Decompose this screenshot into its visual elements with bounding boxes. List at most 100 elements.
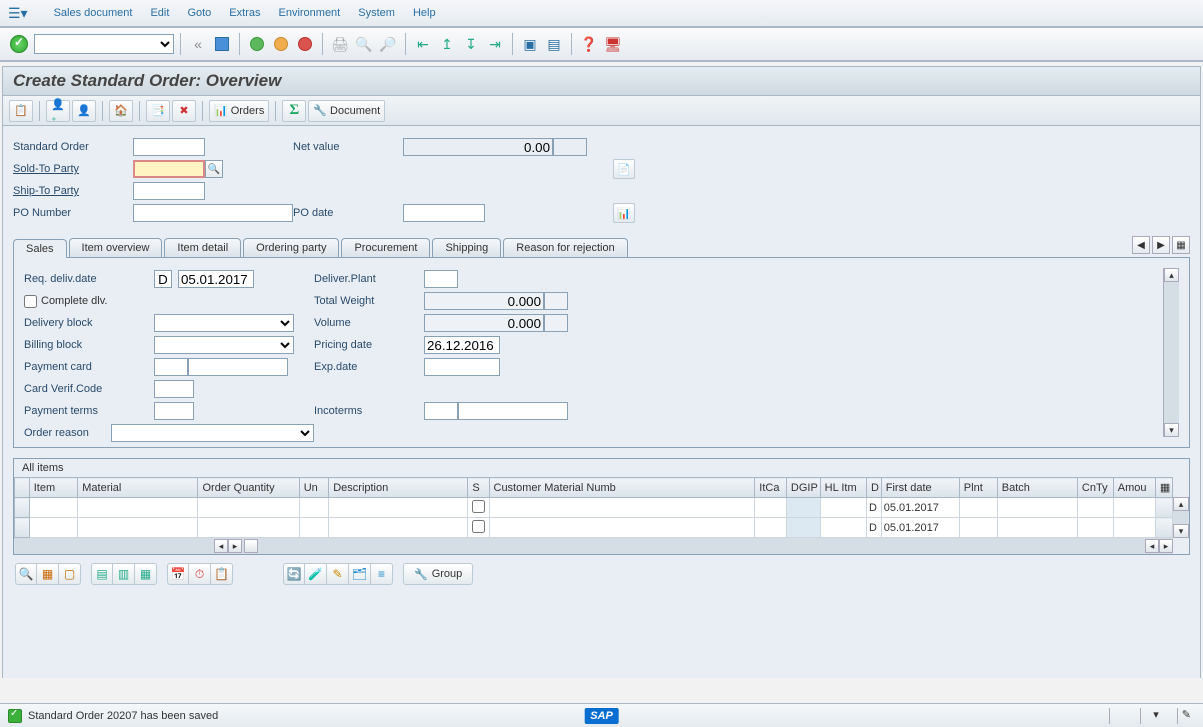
tabpanel-scroll-up[interactable]: ▴ [1164, 268, 1179, 282]
col-plnt[interactable]: Plnt [959, 478, 997, 498]
req-deliv-type-input[interactable] [154, 270, 172, 288]
col-dgip[interactable]: DGIP [786, 478, 820, 498]
tab-prev-button[interactable]: ◀ [1132, 236, 1150, 254]
item-button[interactable]: 👤 [72, 100, 96, 122]
help-icon[interactable]: ❓ [578, 33, 600, 55]
shortcut-icon[interactable]: ▤ [543, 33, 565, 55]
col-firstdate[interactable]: First date [881, 478, 959, 498]
tab-procurement[interactable]: Procurement [341, 238, 430, 257]
complete-dlv-checkbox[interactable] [24, 295, 37, 308]
col-hlitm[interactable]: HL Itm [820, 478, 866, 498]
col-amou[interactable]: Amou [1113, 478, 1155, 498]
payment-terms-input[interactable] [154, 402, 194, 420]
tab-next-button[interactable]: ▶ [1152, 236, 1170, 254]
document-button[interactable]: 🔧 Document [308, 100, 385, 122]
first-page-icon[interactable]: ⇤ [412, 33, 434, 55]
col-config-icon[interactable]: ▦ [1155, 478, 1172, 498]
payment-card-num-input[interactable] [188, 358, 288, 376]
row-s-checkbox[interactable] [472, 500, 485, 513]
propose-items-button[interactable]: 📑 [146, 100, 170, 122]
select-all-icon[interactable]: ▦ [37, 563, 59, 585]
standard-order-input[interactable] [133, 138, 205, 156]
hscroll-left[interactable]: ◂ [214, 539, 228, 553]
col-cnty[interactable]: CnTy [1077, 478, 1113, 498]
sold-to-party-label[interactable]: Sold-To Party [13, 163, 133, 175]
config-item2-icon[interactable]: ▥ [113, 563, 135, 585]
cond-icon[interactable]: 🧪 [305, 563, 327, 585]
schedule2-icon[interactable]: ⏱ [189, 563, 211, 585]
vscroll-down[interactable]: ▾ [1173, 524, 1189, 538]
table-row[interactable]: D 05.01.2017 [15, 518, 1173, 538]
schedule-icon[interactable]: 📅 [167, 563, 189, 585]
po-date-input[interactable] [403, 204, 485, 222]
tab-list-button[interactable]: ▦ [1172, 236, 1190, 254]
header-button[interactable]: 👤₊ [46, 100, 70, 122]
incoterms1-input[interactable] [424, 402, 458, 420]
col-itca[interactable]: ItCa [755, 478, 787, 498]
reject-button[interactable]: ✖ [172, 100, 196, 122]
enter-button[interactable] [10, 35, 28, 53]
next-page-icon[interactable]: ↧ [460, 33, 482, 55]
cond3-icon[interactable]: 🗂 [349, 563, 371, 585]
save-button[interactable] [211, 33, 233, 55]
tab-ordering-party[interactable]: Ordering party [243, 238, 339, 257]
create-doc-icon[interactable]: 📄 [613, 159, 635, 179]
col-batch[interactable]: Batch [997, 478, 1077, 498]
ship-to-party-label[interactable]: Ship-To Party [13, 185, 133, 197]
menu-extras[interactable]: Extras [229, 7, 260, 19]
hscroll-right2[interactable]: ▸ [1159, 539, 1173, 553]
col-custmat[interactable]: Customer Material Numb [489, 478, 755, 498]
payment-card-type-input[interactable] [154, 358, 188, 376]
vscroll-up[interactable]: ▴ [1173, 497, 1189, 511]
sold-to-search-button[interactable]: 🔍 [205, 160, 223, 178]
status-right-2[interactable]: ▾ [1140, 708, 1171, 724]
layout-icon[interactable]: 🖥 [602, 33, 624, 55]
row-s-checkbox[interactable] [472, 520, 485, 533]
incoterms2-input[interactable] [458, 402, 568, 420]
status-right-3[interactable]: ✎ [1177, 708, 1195, 724]
tab-item-detail[interactable]: Item detail [164, 238, 241, 257]
tab-reason-rejection[interactable]: Reason for rejection [503, 238, 627, 257]
deliver-plant-input[interactable] [424, 270, 458, 288]
col-s[interactable]: S [468, 478, 489, 498]
menu-system[interactable]: System [358, 7, 395, 19]
deselect-all-icon[interactable]: ▢ [59, 563, 81, 585]
menu-help[interactable]: Help [413, 7, 436, 19]
back-button[interactable]: « [187, 33, 209, 55]
exp-date-input[interactable] [424, 358, 500, 376]
prev-page-icon[interactable]: ↥ [436, 33, 458, 55]
status-right-1[interactable] [1109, 708, 1134, 724]
billing-block-select[interactable] [154, 336, 294, 354]
pricing-date-input[interactable] [424, 336, 500, 354]
tab-item-overview[interactable]: Item overview [69, 238, 163, 257]
hscroll-thumb[interactable] [244, 539, 258, 553]
tabpanel-scroll-down[interactable]: ▾ [1164, 423, 1179, 437]
col-desc[interactable]: Description [329, 478, 468, 498]
menu-edit[interactable]: Edit [150, 7, 169, 19]
back-icon[interactable] [246, 33, 268, 55]
home-button[interactable]: 🏠 [109, 100, 133, 122]
refresh-icon[interactable]: 🔄 [283, 563, 305, 585]
col-material[interactable]: Material [78, 478, 198, 498]
detail-icon[interactable]: 🔍 [15, 563, 37, 585]
schedule3-icon[interactable]: 📋 [211, 563, 233, 585]
hscroll-left2[interactable]: ◂ [1145, 539, 1159, 553]
orders-button[interactable]: 📊 Orders [209, 100, 269, 122]
delivery-block-select[interactable] [154, 314, 294, 332]
last-page-icon[interactable]: ⇥ [484, 33, 506, 55]
order-reason-select[interactable] [111, 424, 314, 442]
col-item[interactable]: Item [29, 478, 78, 498]
config-item3-icon[interactable]: ▦ [135, 563, 157, 585]
tab-shipping[interactable]: Shipping [432, 238, 501, 257]
menu-environment[interactable]: Environment [278, 7, 340, 19]
command-field[interactable] [34, 34, 174, 54]
config-item-icon[interactable]: ▤ [91, 563, 113, 585]
display-doc-button[interactable]: 📋 [9, 100, 33, 122]
ship-to-party-input[interactable] [133, 182, 205, 200]
col-qty[interactable]: Order Quantity [198, 478, 299, 498]
exit-icon[interactable] [270, 33, 292, 55]
menu-icon[interactable]: ☰▾ [8, 5, 28, 22]
card-verif-input[interactable] [154, 380, 194, 398]
menu-sales-document[interactable]: Sales document [54, 7, 133, 19]
tab-sales[interactable]: Sales [13, 239, 67, 258]
